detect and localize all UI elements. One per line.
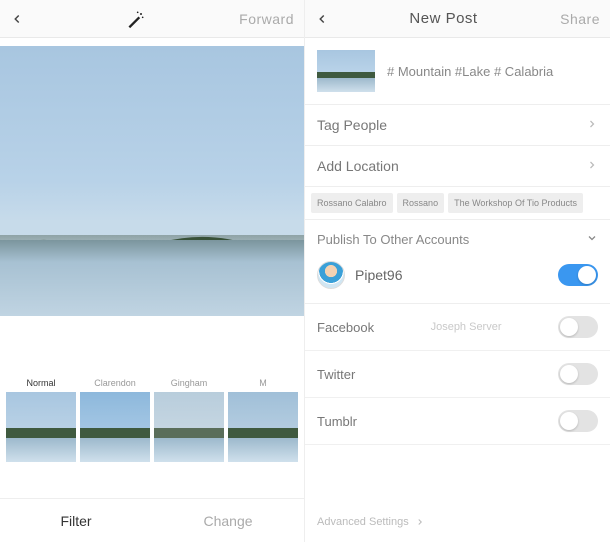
service-name: Twitter xyxy=(317,367,355,382)
chevron-left-icon xyxy=(10,12,24,26)
filter-list: Normal Clarendon Gingham M xyxy=(0,374,304,462)
filter-thumb xyxy=(228,392,298,462)
tab-filter[interactable]: Filter xyxy=(0,499,152,542)
tag-people-row[interactable]: Tag People xyxy=(305,105,610,146)
new-post-screen: New Post Share # Mountain #Lake # Calabr… xyxy=(305,0,610,542)
username-label: Pipet96 xyxy=(355,267,402,283)
chevron-right-icon xyxy=(586,158,598,174)
back-button[interactable] xyxy=(315,12,337,26)
chevron-right-icon xyxy=(586,117,598,133)
advanced-settings-label: Advanced Settings xyxy=(317,516,409,528)
caption-thumbnail xyxy=(317,50,375,92)
tag-people-label: Tag People xyxy=(317,117,387,133)
magic-wand-button[interactable] xyxy=(32,9,239,29)
location-chip[interactable]: Rossano Calabro xyxy=(311,193,393,213)
filter-label: M xyxy=(228,374,298,392)
service-row-twitter: Twitter xyxy=(305,351,610,398)
caption-row[interactable]: # Mountain #Lake # Calabria xyxy=(305,38,610,105)
edit-tabs: Filter Change xyxy=(0,498,304,542)
chevron-right-icon xyxy=(415,517,425,527)
filter-thumb xyxy=(80,392,150,462)
facebook-toggle[interactable] xyxy=(558,316,598,338)
avatar xyxy=(317,261,345,289)
location-chip[interactable]: Rossano xyxy=(397,193,445,213)
service-name: Facebook xyxy=(317,320,374,335)
filter-item-clarendon[interactable]: Clarendon xyxy=(80,374,150,462)
back-button[interactable] xyxy=(10,12,32,26)
primary-account-toggle[interactable] xyxy=(558,264,598,286)
caption-input[interactable]: # Mountain #Lake # Calabria xyxy=(387,64,553,79)
left-topbar: Forward xyxy=(0,0,304,38)
publish-section-header[interactable]: Publish To Other Accounts xyxy=(305,220,610,255)
tab-change[interactable]: Change xyxy=(152,499,304,542)
filter-label: Normal xyxy=(6,374,76,392)
filter-label: Clarendon xyxy=(80,374,150,392)
publish-header-label: Publish To Other Accounts xyxy=(317,232,469,247)
filter-item-more[interactable]: M xyxy=(228,374,298,462)
preview-image xyxy=(0,46,304,316)
forward-button[interactable]: Forward xyxy=(239,11,294,27)
advanced-settings-link[interactable]: Advanced Settings xyxy=(305,502,610,542)
filter-item-gingham[interactable]: Gingham xyxy=(154,374,224,462)
chevron-left-icon xyxy=(315,12,329,26)
service-row-facebook: Facebook Joseph Server xyxy=(305,304,610,351)
tumblr-toggle[interactable] xyxy=(558,410,598,432)
filter-thumb xyxy=(6,392,76,462)
add-location-label: Add Location xyxy=(317,158,399,174)
chevron-down-icon xyxy=(586,232,598,247)
service-name: Tumblr xyxy=(317,414,357,429)
location-chip[interactable]: The Workshop Of Tio Products xyxy=(448,193,583,213)
add-location-row[interactable]: Add Location xyxy=(305,146,610,187)
service-row-tumblr: Tumblr xyxy=(305,398,610,445)
filter-item-normal[interactable]: Normal xyxy=(6,374,76,462)
filter-thumb xyxy=(154,392,224,462)
service-subtext: Joseph Server xyxy=(431,321,502,333)
filter-label: Gingham xyxy=(154,374,224,392)
twitter-toggle[interactable] xyxy=(558,363,598,385)
location-suggestions: Rossano Calabro Rossano The Workshop Of … xyxy=(305,187,610,220)
page-title: New Post xyxy=(337,10,550,27)
magic-wand-icon xyxy=(126,9,146,29)
share-button[interactable]: Share xyxy=(550,11,600,27)
primary-account-row: Pipet96 xyxy=(305,255,610,304)
filter-screen: Forward Normal Clarendon G xyxy=(0,0,305,542)
right-topbar: New Post Share xyxy=(305,0,610,38)
